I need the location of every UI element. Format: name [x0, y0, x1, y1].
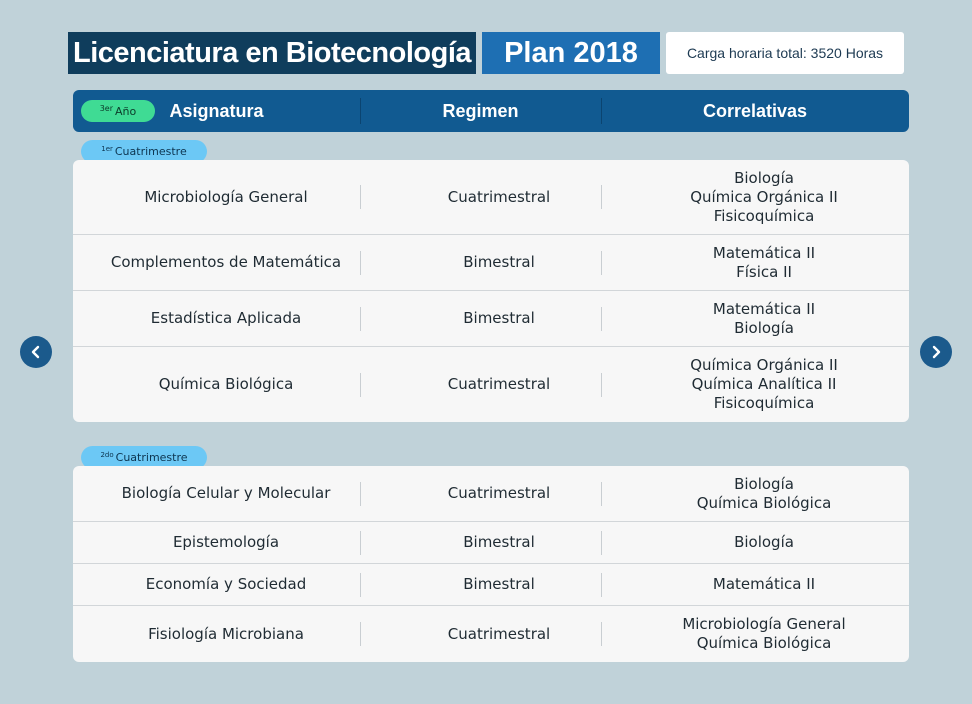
semester-badge-ordinal: 1er: [101, 144, 113, 153]
regime-cell: Bimestral: [463, 253, 535, 271]
prereq-item: Matemática II: [712, 299, 816, 318]
table-row: Complementos de Matemática Bimestral Mat…: [73, 235, 909, 291]
column-divider: [601, 481, 602, 506]
column-divider: [360, 372, 361, 397]
chevron-right-icon: [932, 345, 941, 359]
subject-cell: Economía y Sociedad: [145, 575, 307, 593]
page-title: Licenciatura en Biotecnología: [68, 32, 476, 74]
chevron-left-icon: [31, 345, 40, 359]
regime-cell: Cuatrimestral: [447, 484, 551, 502]
prereq-item: Química Analítica II: [691, 375, 837, 393]
prereq-item: Química Biológica: [696, 634, 832, 652]
prereq-item: Biología: [734, 474, 794, 493]
column-header-subject: Asignatura: [169, 100, 264, 121]
prereq-cell: Matemática II: [619, 564, 909, 605]
prereq-item: Química Orgánica II: [690, 356, 838, 374]
prereq-item: Matemática II: [712, 575, 816, 593]
regime-cell: Bimestral: [463, 309, 535, 327]
column-divider: [601, 530, 602, 555]
column-header-prereqs: Correlativas: [702, 100, 808, 121]
table-row: Economía y Sociedad Bimestral Matemática…: [73, 564, 909, 606]
prereq-cell: Matemática II Física II: [619, 235, 909, 290]
column-divider: [601, 306, 602, 331]
subject-cell: Estadística Aplicada: [150, 309, 302, 327]
table-row: Biología Celular y Molecular Cuatrimestr…: [73, 466, 909, 522]
prereq-cell: Matemática II Biología: [619, 291, 909, 346]
table-row: Fisiología Microbiana Cuatrimestral Micr…: [73, 606, 909, 662]
column-divider: [601, 622, 602, 646]
prereq-cell: Química Orgánica II Química Analítica II…: [619, 347, 909, 422]
prereq-item: Física II: [736, 262, 792, 281]
subject-cell: Epistemología: [172, 533, 280, 551]
prereq-item: Fisicoquímica: [713, 206, 815, 225]
next-button[interactable]: [920, 336, 952, 368]
regime-cell: Cuatrimestral: [447, 624, 551, 643]
regime-cell: Cuatrimestral: [447, 187, 551, 206]
semester-badge-label: Cuatrimestre: [115, 451, 188, 464]
semester-badge-ordinal: 2do: [100, 450, 114, 459]
regime-cell: Cuatrimestral: [447, 375, 551, 393]
column-divider: [360, 572, 361, 597]
prereq-cell: Biología Química Orgánica II Fisicoquími…: [619, 160, 909, 234]
prereq-item: Química Orgánica II: [690, 187, 838, 206]
table-row: Microbiología General Cuatrimestral Biol…: [73, 160, 909, 235]
prereq-item: Fisicoquímica: [713, 394, 815, 412]
prereq-item: Química Biológica: [696, 493, 832, 512]
prereq-item: Matemática II: [712, 243, 816, 262]
semester-card-2: Biología Celular y Molecular Cuatrimestr…: [73, 466, 909, 662]
subject-cell: Biología Celular y Molecular: [121, 484, 331, 502]
column-divider: [360, 481, 361, 506]
prereq-cell: Microbiología General Química Biológica: [619, 606, 909, 662]
regime-cell: Bimestral: [463, 575, 535, 593]
table-header: 3er Año Asignatura Regimen Correlativas: [73, 90, 909, 132]
plan-badge: Plan 2018: [482, 32, 660, 74]
prereq-item: Biología: [734, 533, 794, 551]
prev-button[interactable]: [20, 336, 52, 368]
column-divider: [360, 306, 361, 331]
prereq-item: Biología: [734, 168, 794, 187]
subject-cell: Química Biológica: [158, 375, 294, 393]
column-divider: [601, 372, 602, 397]
column-divider: [601, 572, 602, 597]
table-row: Estadística Aplicada Bimestral Matemátic…: [73, 291, 909, 347]
column-divider: [360, 185, 361, 209]
subject-cell: Fisiología Microbiana: [148, 624, 304, 643]
column-divider: [601, 185, 602, 209]
prereq-item: Microbiología General: [682, 615, 846, 633]
column-divider: [360, 530, 361, 555]
column-divider: [360, 250, 361, 275]
column-divider: [360, 622, 361, 646]
semester-badge-label: Cuatrimestre: [114, 145, 187, 158]
table-row: Epistemología Bimestral Biología: [73, 522, 909, 564]
semester-card-1: Microbiología General Cuatrimestral Biol…: [73, 160, 909, 422]
regime-cell: Bimestral: [463, 533, 535, 551]
prereq-cell: Biología Química Biológica: [619, 466, 909, 521]
prereq-cell: Biología: [619, 522, 909, 563]
subject-cell: Microbiología General: [144, 187, 308, 206]
column-divider: [601, 250, 602, 275]
total-hours: Carga horaria total: 3520 Horas: [666, 32, 904, 74]
subject-cell: Complementos de Matemática: [110, 253, 342, 271]
prereq-item: Biología: [734, 318, 794, 337]
column-header-regime: Regimen: [442, 100, 519, 121]
table-row: Química Biológica Cuatrimestral Química …: [73, 347, 909, 422]
